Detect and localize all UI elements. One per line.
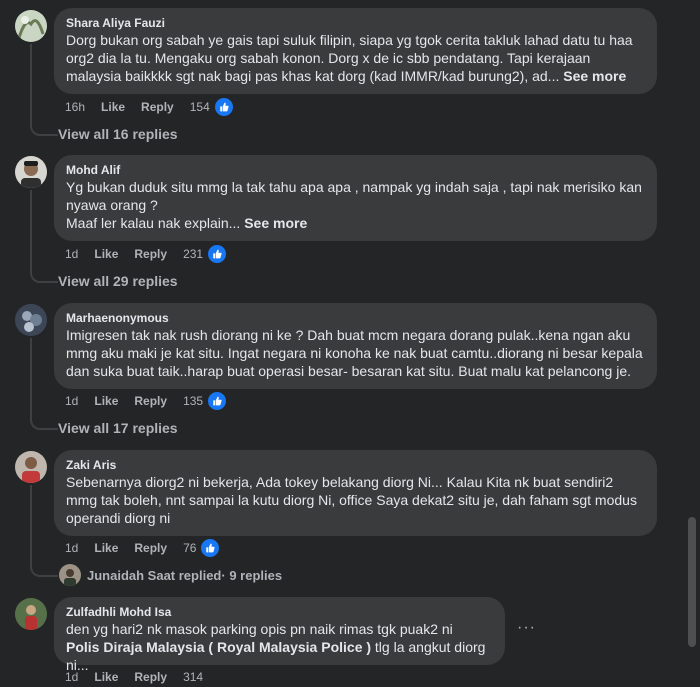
comment-body: Dorg bukan org sabah ye gais tapi suluk … bbox=[66, 32, 633, 84]
comment-author[interactable]: Zulfadhli Mohd Isa bbox=[66, 604, 493, 620]
view-replies-link[interactable]: View all 29 replies bbox=[58, 273, 178, 289]
comment-bubble: Shara Aliya Fauzi Dorg bukan org sabah y… bbox=[54, 8, 657, 94]
comment-time[interactable]: 1d bbox=[65, 247, 78, 261]
view-replies-link[interactable]: View all 16 replies bbox=[58, 126, 178, 142]
avatar[interactable] bbox=[15, 304, 47, 336]
replied-by-row[interactable]: Junaidah Saat replied · 9 replies bbox=[59, 564, 282, 586]
comment-time[interactable]: 1d bbox=[65, 394, 78, 408]
thumbs-up-icon[interactable] bbox=[213, 97, 234, 117]
comment-time[interactable]: 1d bbox=[65, 670, 78, 684]
comment-author[interactable]: Marhaenonymous bbox=[66, 310, 645, 326]
comment-text: den yg hari2 nk masok parking opis pn na… bbox=[66, 621, 453, 637]
thumbs-up-icon[interactable] bbox=[207, 244, 228, 264]
avatar[interactable] bbox=[15, 598, 47, 630]
avatar[interactable] bbox=[15, 156, 47, 188]
comment-author[interactable]: Zaki Aris bbox=[66, 457, 645, 473]
reply-connector bbox=[30, 190, 58, 283]
avatar[interactable] bbox=[15, 10, 47, 42]
like-button[interactable]: Like bbox=[94, 394, 118, 408]
like-count[interactable]: 231 bbox=[183, 247, 203, 261]
reply-button[interactable]: Reply bbox=[141, 100, 174, 114]
thumbs-up-icon[interactable] bbox=[200, 538, 221, 558]
reply-button[interactable]: Reply bbox=[134, 394, 167, 408]
comment-actions: 1d Like Reply 76 bbox=[65, 538, 236, 558]
comment-text: Yg bukan duduk situ mmg la tak tahu apa … bbox=[66, 179, 642, 213]
replied-by-name[interactable]: Junaidah Saat replied bbox=[87, 568, 221, 583]
comment-actions: 1d Like Reply 135 bbox=[65, 391, 243, 411]
comment-actions: 1d Like Reply 231 bbox=[65, 244, 243, 264]
comment-body: Maaf ler kalau nak explain... bbox=[66, 215, 241, 231]
like-button[interactable]: Like bbox=[94, 541, 118, 555]
view-replies-link[interactable]: View all 17 replies bbox=[58, 420, 178, 436]
comment-text: Imigresen tak nak rush diorang ni ke ? D… bbox=[66, 327, 643, 379]
like-count[interactable]: 135 bbox=[183, 394, 203, 408]
reply-button[interactable]: Reply bbox=[134, 670, 167, 684]
comment-author[interactable]: Mohd Alif bbox=[66, 162, 645, 178]
see-more-link[interactable]: See more bbox=[563, 68, 626, 84]
comment-bubble: Mohd Alif Yg bukan duduk situ mmg la tak… bbox=[54, 155, 657, 241]
comment-bubble: Zaki Aris Sebenarnya diorg2 ni bekerja, … bbox=[54, 450, 657, 536]
thumbs-up-icon[interactable] bbox=[207, 391, 228, 411]
scrollbar[interactable] bbox=[686, 0, 700, 677]
like-button[interactable]: Like bbox=[94, 247, 118, 261]
reply-connector bbox=[30, 44, 58, 136]
comment-actions: 16h Like Reply 154 bbox=[65, 97, 250, 117]
mention-link[interactable]: Polis Diraja Malaysia ( Royal Malaysia P… bbox=[66, 639, 371, 655]
avatar[interactable] bbox=[15, 451, 47, 483]
comment-bubble: Zulfadhli Mohd Isa den yg hari2 nk masok… bbox=[54, 597, 505, 673]
comment-text: Dorg bukan org sabah ye gais tapi suluk … bbox=[66, 31, 645, 85]
more-horizontal-icon[interactable]: ··· bbox=[517, 619, 536, 637]
comment-time[interactable]: 1d bbox=[65, 541, 78, 555]
comment-text: Maaf ler kalau nak explain... See more bbox=[66, 214, 645, 232]
like-count[interactable]: 314 bbox=[183, 670, 203, 684]
comment-actions: 1d Like Reply 314 bbox=[65, 667, 207, 687]
scrollbar-thumb[interactable] bbox=[688, 517, 696, 647]
reply-connector bbox=[30, 485, 58, 577]
comment-time[interactable]: 16h bbox=[65, 100, 85, 114]
like-button[interactable]: Like bbox=[101, 100, 125, 114]
comment-author[interactable]: Shara Aliya Fauzi bbox=[66, 15, 645, 31]
comment-text: Sebenarnya diorg2 ni bekerja, Ada tokey … bbox=[66, 474, 637, 526]
replied-count[interactable]: · 9 replies bbox=[221, 568, 282, 583]
avatar bbox=[59, 564, 81, 586]
reply-connector bbox=[30, 338, 58, 430]
see-more-link[interactable]: See more bbox=[244, 215, 307, 231]
like-button[interactable]: Like bbox=[94, 670, 118, 684]
comment-bubble: Marhaenonymous Imigresen tak nak rush di… bbox=[54, 303, 657, 389]
reply-button[interactable]: Reply bbox=[134, 541, 167, 555]
reply-button[interactable]: Reply bbox=[134, 247, 167, 261]
like-count[interactable]: 76 bbox=[183, 541, 196, 555]
like-count[interactable]: 154 bbox=[190, 100, 210, 114]
